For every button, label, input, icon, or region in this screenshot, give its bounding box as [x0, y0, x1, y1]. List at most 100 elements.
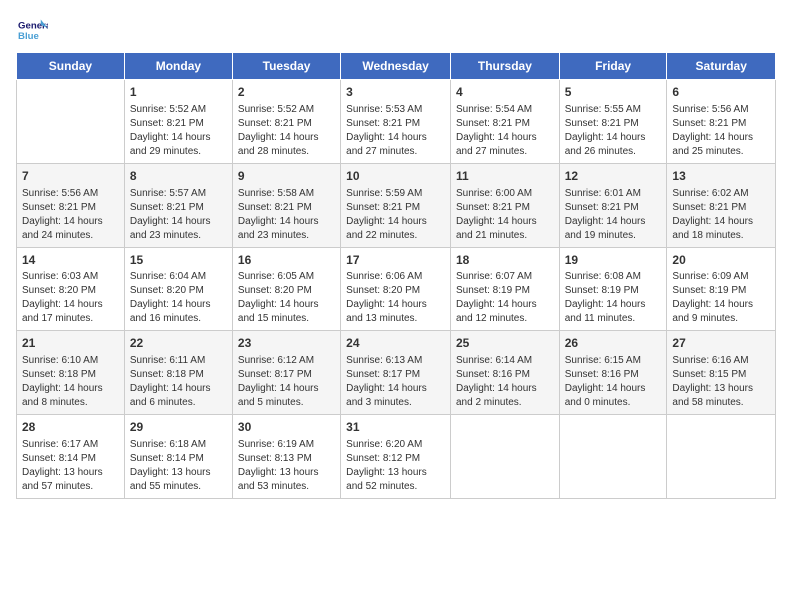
day-info: Sunrise: 5:59 AM Sunset: 8:21 PM Dayligh… [346, 187, 445, 243]
day-info: Sunrise: 5:58 AM Sunset: 8:21 PM Dayligh… [238, 187, 335, 243]
day-number: 12 [565, 168, 662, 185]
day-number: 23 [238, 335, 335, 352]
day-info: Sunrise: 6:16 AM Sunset: 8:15 PM Dayligh… [672, 354, 770, 410]
calendar-cell: 1 Sunrise: 5:52 AM Sunset: 8:21 PM Daylig… [124, 80, 232, 164]
day-info: Sunrise: 6:07 AM Sunset: 8:19 PM Dayligh… [456, 270, 554, 326]
day-info: Sunrise: 6:06 AM Sunset: 8:20 PM Dayligh… [346, 270, 445, 326]
day-info: Sunrise: 6:17 AM Sunset: 8:14 PM Dayligh… [22, 438, 119, 494]
calendar-cell: 2 Sunrise: 5:52 AM Sunset: 8:21 PM Daylig… [232, 80, 340, 164]
day-number: 13 [672, 168, 770, 185]
weekday-header: Sunday [17, 53, 125, 80]
day-number: 30 [238, 419, 335, 436]
calendar-week-row: 14Sunrise: 6:03 AM Sunset: 8:20 PM Dayli… [17, 247, 776, 331]
day-info: Sunrise: 6:15 AM Sunset: 8:16 PM Dayligh… [565, 354, 662, 410]
calendar-cell: 25Sunrise: 6:14 AM Sunset: 8:16 PM Dayli… [450, 331, 559, 415]
calendar-cell: 9 Sunrise: 5:58 AM Sunset: 8:21 PM Daylig… [232, 163, 340, 247]
day-info: Sunrise: 5:52 AM Sunset: 8:21 PM Dayligh… [238, 103, 335, 159]
calendar-cell: 13 Sunrise: 6:02 AM Sunset: 8:21 PM Dayli… [667, 163, 776, 247]
day-info: Sunrise: 5:56 AM Sunset: 8:21 PM Dayligh… [22, 187, 119, 243]
calendar-cell: 7 Sunrise: 5:56 AM Sunset: 8:21 PM Daylig… [17, 163, 125, 247]
calendar-body: 1 Sunrise: 5:52 AM Sunset: 8:21 PM Daylig… [17, 80, 776, 499]
day-info: Sunrise: 6:04 AM Sunset: 8:20 PM Dayligh… [130, 270, 227, 326]
day-info: Sunrise: 6:19 AM Sunset: 8:13 PM Dayligh… [238, 438, 335, 494]
day-number: 26 [565, 335, 662, 352]
calendar-cell: 22 Sunrise: 6:11 AM Sunset: 8:18 PM Dayli… [124, 331, 232, 415]
calendar-cell: 19Sunrise: 6:08 AM Sunset: 8:19 PM Dayli… [559, 247, 667, 331]
weekday-header: Thursday [450, 53, 559, 80]
day-info: Sunrise: 6:14 AM Sunset: 8:16 PM Dayligh… [456, 354, 554, 410]
day-number: 27 [672, 335, 770, 352]
logo: General Blue [16, 16, 48, 44]
calendar-cell: 24Sunrise: 6:13 AM Sunset: 8:17 PM Dayli… [341, 331, 451, 415]
calendar-cell [450, 415, 559, 499]
weekday-header: Friday [559, 53, 667, 80]
day-number: 10 [346, 168, 445, 185]
day-number: 2 [238, 84, 335, 101]
calendar-cell: 23 Sunrise: 6:12 AM Sunset: 8:17 PM Dayli… [232, 331, 340, 415]
day-number: 3 [346, 84, 445, 101]
day-number: 7 [22, 168, 119, 185]
day-number: 16 [238, 252, 335, 269]
calendar-cell: 3 Sunrise: 5:53 AM Sunset: 8:21 PM Daylig… [341, 80, 451, 164]
day-info: Sunrise: 6:11 AM Sunset: 8:18 PM Dayligh… [130, 354, 227, 410]
day-number: 14 [22, 252, 119, 269]
day-number: 29 [130, 419, 227, 436]
calendar-cell: 12Sunrise: 6:01 AM Sunset: 8:21 PM Dayli… [559, 163, 667, 247]
day-info: Sunrise: 6:18 AM Sunset: 8:14 PM Dayligh… [130, 438, 227, 494]
calendar-cell [17, 80, 125, 164]
calendar-cell: 31 Sunrise: 6:20 AM Sunset: 8:12 PM Dayli… [341, 415, 451, 499]
day-number: 8 [130, 168, 227, 185]
day-info: Sunrise: 6:09 AM Sunset: 8:19 PM Dayligh… [672, 270, 770, 326]
day-number: 20 [672, 252, 770, 269]
calendar-cell: 21 Sunrise: 6:10 AM Sunset: 8:18 PM Dayli… [17, 331, 125, 415]
day-info: Sunrise: 5:52 AM Sunset: 8:21 PM Dayligh… [130, 103, 227, 159]
day-number: 11 [456, 168, 554, 185]
day-info: Sunrise: 6:03 AM Sunset: 8:20 PM Dayligh… [22, 270, 119, 326]
day-number: 9 [238, 168, 335, 185]
calendar-table: SundayMondayTuesdayWednesdayThursdayFrid… [16, 52, 776, 499]
day-info: Sunrise: 6:10 AM Sunset: 8:18 PM Dayligh… [22, 354, 119, 410]
calendar-cell: 26 Sunrise: 6:15 AM Sunset: 8:16 PM Dayli… [559, 331, 667, 415]
calendar-week-row: 1 Sunrise: 5:52 AM Sunset: 8:21 PM Daylig… [17, 80, 776, 164]
calendar-cell [559, 415, 667, 499]
day-info: Sunrise: 5:57 AM Sunset: 8:21 PM Dayligh… [130, 187, 227, 243]
calendar-cell: 29 Sunrise: 6:18 AM Sunset: 8:14 PM Dayli… [124, 415, 232, 499]
calendar-cell: 11Sunrise: 6:00 AM Sunset: 8:21 PM Dayli… [450, 163, 559, 247]
day-info: Sunrise: 6:20 AM Sunset: 8:12 PM Dayligh… [346, 438, 445, 494]
weekday-header-row: SundayMondayTuesdayWednesdayThursdayFrid… [17, 53, 776, 80]
weekday-header: Saturday [667, 53, 776, 80]
calendar-week-row: 28 Sunrise: 6:17 AM Sunset: 8:14 PM Dayli… [17, 415, 776, 499]
day-info: Sunrise: 6:12 AM Sunset: 8:17 PM Dayligh… [238, 354, 335, 410]
calendar-cell: 6 Sunrise: 5:56 AM Sunset: 8:21 PM Daylig… [667, 80, 776, 164]
logo-icon: General Blue [16, 16, 48, 44]
day-number: 19 [565, 252, 662, 269]
day-info: Sunrise: 5:54 AM Sunset: 8:21 PM Dayligh… [456, 103, 554, 159]
page-header: General Blue [16, 16, 776, 44]
weekday-header: Monday [124, 53, 232, 80]
calendar-cell: 30 Sunrise: 6:19 AM Sunset: 8:13 PM Dayli… [232, 415, 340, 499]
calendar-cell: 5 Sunrise: 5:55 AM Sunset: 8:21 PM Daylig… [559, 80, 667, 164]
day-number: 24 [346, 335, 445, 352]
day-number: 6 [672, 84, 770, 101]
calendar-cell: 28 Sunrise: 6:17 AM Sunset: 8:14 PM Dayli… [17, 415, 125, 499]
weekday-header: Wednesday [341, 53, 451, 80]
calendar-cell: 8 Sunrise: 5:57 AM Sunset: 8:21 PM Daylig… [124, 163, 232, 247]
day-number: 18 [456, 252, 554, 269]
svg-text:Blue: Blue [18, 31, 39, 42]
calendar-cell: 10 Sunrise: 5:59 AM Sunset: 8:21 PM Dayli… [341, 163, 451, 247]
day-info: Sunrise: 5:53 AM Sunset: 8:21 PM Dayligh… [346, 103, 445, 159]
day-info: Sunrise: 6:08 AM Sunset: 8:19 PM Dayligh… [565, 270, 662, 326]
day-number: 22 [130, 335, 227, 352]
day-number: 1 [130, 84, 227, 101]
day-info: Sunrise: 5:55 AM Sunset: 8:21 PM Dayligh… [565, 103, 662, 159]
weekday-header: Tuesday [232, 53, 340, 80]
day-number: 31 [346, 419, 445, 436]
calendar-cell: 20Sunrise: 6:09 AM Sunset: 8:19 PM Dayli… [667, 247, 776, 331]
day-number: 5 [565, 84, 662, 101]
day-number: 21 [22, 335, 119, 352]
calendar-cell [667, 415, 776, 499]
day-info: Sunrise: 5:56 AM Sunset: 8:21 PM Dayligh… [672, 103, 770, 159]
day-info: Sunrise: 6:02 AM Sunset: 8:21 PM Dayligh… [672, 187, 770, 243]
day-number: 28 [22, 419, 119, 436]
calendar-week-row: 21 Sunrise: 6:10 AM Sunset: 8:18 PM Dayli… [17, 331, 776, 415]
